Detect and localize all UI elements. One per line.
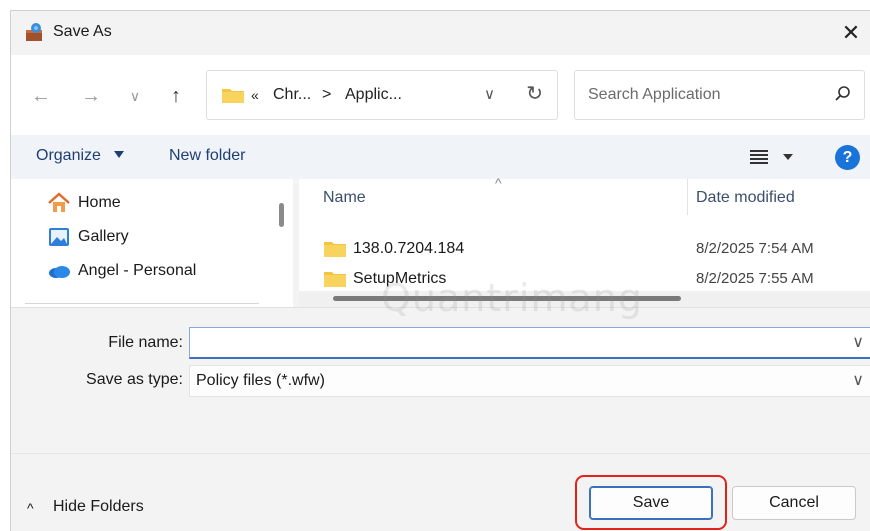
- search-icon: [835, 86, 850, 101]
- file-name-field[interactable]: ∨: [189, 327, 870, 359]
- view-options-caret-icon[interactable]: [783, 154, 793, 160]
- file-name-label: File name:: [108, 334, 183, 351]
- forward-arrow-icon[interactable]: →: [77, 82, 105, 110]
- navigation-bar: ← → ∨ ↑ « Chr... > Applic... ∨ ↻ Search …: [11, 55, 870, 135]
- sort-ascending-chevron-icon: ^: [495, 175, 502, 191]
- address-segment-application[interactable]: Applic...: [345, 86, 402, 104]
- title-bar: Save As ✕: [11, 11, 870, 55]
- file-row[interactable]: 138.0.7204.184 8/2/2025 7:54 AM: [299, 235, 870, 263]
- file-date: 8/2/2025 7:54 AM: [696, 240, 814, 257]
- new-folder-button[interactable]: New folder: [169, 147, 245, 165]
- search-box[interactable]: Search Application: [574, 70, 865, 120]
- save-form: File name: ∨ Save as type: Policy files …: [11, 307, 870, 453]
- save-button[interactable]: Save: [589, 486, 713, 520]
- search-input[interactable]: Search Application: [588, 86, 721, 104]
- gallery-icon: [49, 228, 69, 246]
- column-header-name[interactable]: Name: [323, 189, 366, 207]
- command-toolbar: Organize New folder ?: [11, 135, 870, 179]
- save-as-type-select[interactable]: Policy files (*.wfw) ∨: [189, 365, 870, 397]
- save-as-type-value: Policy files (*.wfw): [196, 372, 325, 389]
- save-as-type-label: Save as type:: [86, 371, 183, 388]
- address-segment-chr[interactable]: Chr...: [273, 86, 311, 104]
- refresh-icon[interactable]: ↻: [526, 81, 543, 106]
- up-arrow-icon[interactable]: ↑: [162, 82, 190, 110]
- cancel-button[interactable]: Cancel: [732, 486, 856, 520]
- nav-item-label: Angel - Personal: [78, 262, 197, 279]
- onedrive-cloud-icon: [49, 266, 70, 278]
- address-bar[interactable]: « Chr... > Applic... ∨ ↻: [206, 70, 558, 120]
- organize-button[interactable]: Organize: [36, 147, 101, 165]
- app-icon: [26, 23, 42, 41]
- file-date: 8/2/2025 7:55 AM: [696, 270, 814, 287]
- nav-item-label: Gallery: [78, 228, 129, 245]
- organize-caret-icon[interactable]: [114, 151, 124, 158]
- folder-icon: [324, 272, 346, 287]
- address-overflow-marker[interactable]: «: [251, 87, 259, 103]
- save-as-dialog: Save As ✕ ← → ∨ ↑ « Chr... > Applic... ∨…: [10, 10, 870, 531]
- close-icon[interactable]: ✕: [833, 17, 869, 49]
- column-header-date-modified[interactable]: Date modified: [696, 189, 795, 207]
- hide-folders-chevron-icon[interactable]: ^: [27, 500, 34, 516]
- dialog-footer: ^ Hide Folders Save Cancel: [11, 453, 870, 531]
- address-dropdown-chevron-icon[interactable]: ∨: [484, 85, 495, 103]
- nav-item-label: Home: [78, 194, 121, 211]
- navigation-pane: Home Gallery Angel - Personal: [11, 179, 293, 307]
- nav-pane-scrollbar[interactable]: [279, 203, 284, 227]
- window-title: Save As: [53, 23, 112, 40]
- help-icon[interactable]: ?: [835, 145, 860, 170]
- folder-icon: [324, 242, 346, 257]
- view-list-icon[interactable]: [749, 148, 769, 166]
- column-divider[interactable]: [687, 179, 688, 215]
- file-name: 138.0.7204.184: [353, 240, 465, 257]
- watermark-text: Quantrimang: [381, 276, 643, 320]
- nav-pane-divider: [25, 303, 259, 304]
- save-as-type-chevron-icon[interactable]: ∨: [852, 370, 864, 390]
- hide-folders-button[interactable]: Hide Folders: [53, 498, 144, 516]
- folder-icon: [222, 89, 244, 103]
- recent-locations-chevron-icon[interactable]: ∨: [121, 82, 149, 110]
- address-separator: >: [322, 86, 332, 103]
- file-name-dropdown-chevron-icon[interactable]: ∨: [852, 332, 864, 352]
- home-icon: [48, 192, 70, 212]
- back-arrow-icon[interactable]: ←: [27, 82, 55, 110]
